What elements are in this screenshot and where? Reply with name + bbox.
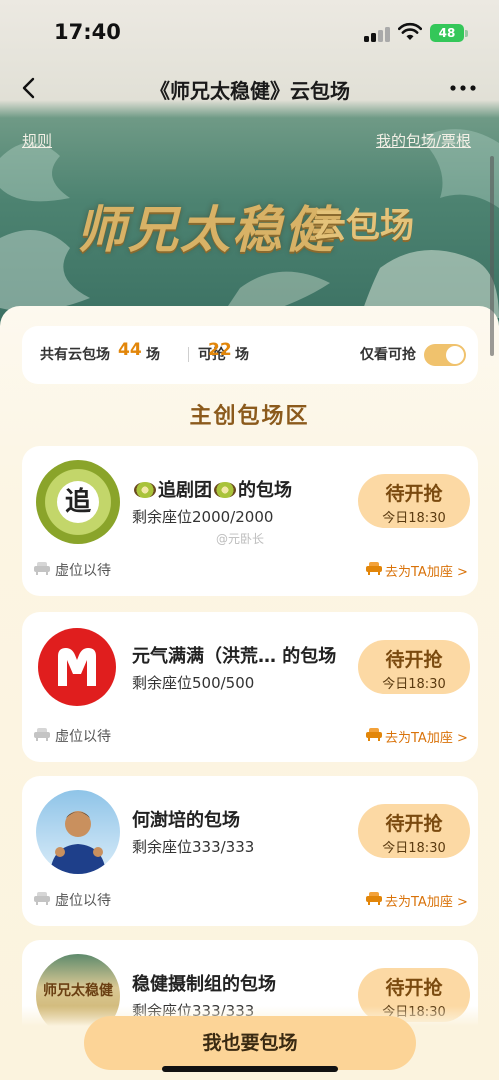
booking-card[interactable]: 追 追剧团 的包场 剩余座位2000/2000 待开抢 今日18:30 虚位以待 … [22,446,478,596]
remaining-seats: 剩余座位333/333 [132,838,255,856]
status-time: 17:40 [54,20,121,44]
signal-icon [364,26,392,42]
seat-icon [366,562,382,575]
my-tickets-link[interactable]: 我的包场/票根 [376,130,471,151]
grab-time: 今日18:30 [382,841,446,856]
wifi-icon [398,22,422,40]
section-title: 主创包场区 [189,404,310,429]
kiwi-icon [214,482,236,498]
card-title: 追剧团 的包场 [132,476,292,502]
booking-card[interactable]: 元气满满（洪荒… 的包场 剩余座位500/500 待开抢 今日18:30 虚位以… [22,612,478,762]
total-label: 共有云包场 [40,347,110,363]
grab-button[interactable]: 待开抢 今日18:30 [358,640,470,694]
battery-tip [465,30,468,37]
avatar-char: 追 [57,481,99,523]
vacant-text: 虚位以待 [55,893,111,909]
divider [188,347,189,362]
status-bar: 17:40 48 [0,0,499,62]
total-count: 44 [118,340,142,360]
page-title: 《师兄太稳健》云包场 [150,79,350,103]
watermark: @元卧长 [216,532,265,546]
title-suffix: 的包场 [238,480,292,501]
booking-card[interactable]: 何澍培的包场 剩余座位333/333 待开抢 今日18:30 虚位以待 去为TA… [22,776,478,926]
banner-subtitle: 云包场 [312,206,414,246]
add-seat-text: 去为TA加座 > [385,731,468,746]
card-title: 何澍培的包场 [132,810,240,831]
available-count: 22 [208,340,232,360]
toggle-knob [446,346,464,364]
kiwi-icon [134,482,156,498]
seat-icon [34,892,50,905]
vacant-text: 虚位以待 [55,729,111,745]
total-unit: 场 [146,347,160,363]
seat-icon [366,728,382,741]
person-photo [50,811,106,874]
back-icon[interactable] [16,74,44,102]
only-available-label: 仅看可抢 [360,347,416,363]
battery-icon: 48 [430,24,464,42]
grab-label: 待开抢 [385,977,443,999]
seat-icon [366,892,382,905]
grab-button[interactable]: 待开抢 今日18:30 [358,804,470,858]
avatar-text: 师兄太稳健 [43,983,113,999]
title-name: 追剧团 [158,480,212,501]
grab-button[interactable]: 待开抢 今日18:30 [358,474,470,528]
scroll-indicator [490,156,494,356]
home-indicator [162,1066,338,1072]
card-title: 稳健摄制组的包场 [132,974,276,995]
create-booking-button[interactable]: 我也要包场 [84,1016,416,1070]
banner: 规则 我的包场/票根 师兄太稳健 云包场 [0,118,499,318]
card-title: 元气满满（洪荒… 的包场 [132,646,337,667]
rules-link[interactable]: 规则 [22,130,52,151]
avatar [38,628,116,706]
summary-card: 共有云包场 44 场 可抢 22 场 仅看可抢 [22,326,478,384]
grab-label: 待开抢 [385,649,443,671]
vacant-text: 虚位以待 [55,563,111,579]
add-seat-text: 去为TA加座 > [385,895,468,910]
grab-label: 待开抢 [385,813,443,835]
add-seat-text: 去为TA加座 > [385,565,468,580]
remaining-seats: 剩余座位500/500 [132,674,255,692]
avatar: 追 [36,460,120,544]
nav-bar: 《师兄太稳健》云包场 [0,62,499,114]
avatar [36,790,120,874]
grab-time: 今日18:30 [382,677,446,692]
available-unit: 场 [235,347,249,363]
banner-title: 师兄太稳健 [76,200,336,259]
remaining-seats: 剩余座位2000/2000 [132,508,274,526]
grab-time: 今日18:30 [382,511,446,526]
more-icon[interactable] [448,74,478,102]
seat-icon [34,562,50,575]
seat-icon [34,728,50,741]
only-available-toggle[interactable] [424,344,466,366]
grab-label: 待开抢 [385,483,443,505]
brand-logo-icon [58,648,96,686]
